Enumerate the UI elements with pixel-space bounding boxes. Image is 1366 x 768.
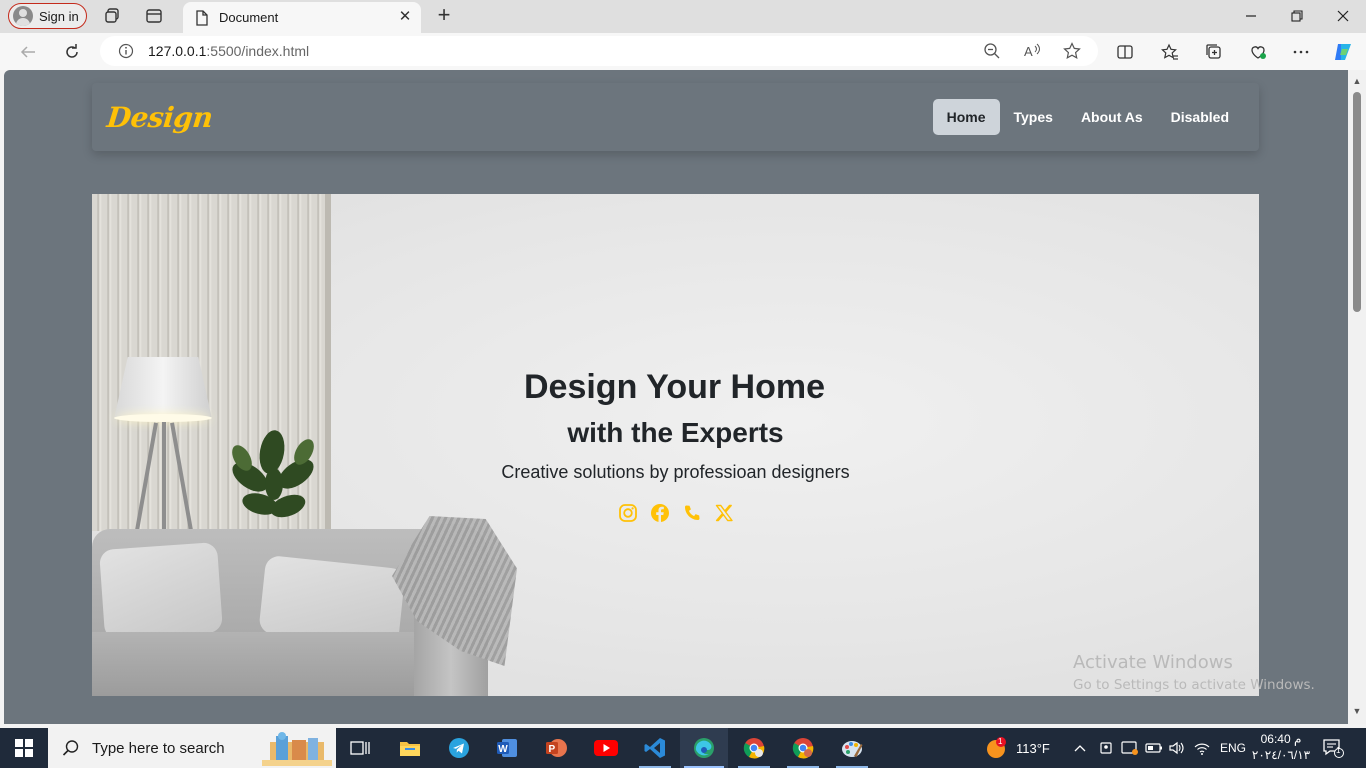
nav-link-disabled[interactable]: Disabled [1157, 99, 1243, 135]
new-tab-plus-icon[interactable]: + [433, 4, 455, 26]
chrome-icon[interactable] [730, 728, 778, 768]
edge-browser-icon[interactable] [680, 728, 728, 768]
clock-date: ٢٠٢٤/٠٦/١٣ [1251, 748, 1311, 762]
scroll-up-arrow-icon[interactable]: ▲ [1351, 76, 1363, 86]
scroll-down-arrow-icon[interactable]: ▼ [1351, 706, 1363, 716]
site-navbar: Design Home Types About As Disabled [92, 83, 1259, 151]
powerpoint-icon[interactable]: P [532, 728, 580, 768]
search-placeholder: Type here to search [92, 739, 225, 757]
zoom-out-icon[interactable] [982, 41, 1002, 61]
watermark-subtitle: Go to Settings to activate Windows. [1073, 677, 1315, 693]
site-info-icon[interactable] [118, 43, 134, 59]
url-path: :5500/index.html [206, 43, 310, 59]
security-update-icon[interactable] [1121, 728, 1139, 768]
vscode-icon[interactable] [631, 728, 679, 768]
hero-section: Design Your Home with the Experts Creati… [92, 194, 1259, 696]
sofa-cushion [99, 541, 223, 641]
nav-link-types[interactable]: Types [1000, 99, 1067, 135]
facebook-icon[interactable] [650, 503, 670, 523]
show-hidden-icons-chevron-icon[interactable] [1073, 728, 1087, 768]
battery-icon[interactable] [1145, 728, 1163, 768]
url-host: 127.0.0.1 [148, 43, 207, 59]
watermark-title: Activate Windows [1073, 652, 1233, 673]
weather-widget[interactable]: 1 113°F [984, 728, 1050, 768]
clock-time: 06:40 م [1260, 732, 1302, 746]
paint-icon[interactable] [828, 728, 876, 768]
tab-document[interactable]: Document ✕ [183, 2, 421, 33]
document-icon [196, 9, 208, 26]
page-scrollbar[interactable]: ▲ ▼ [1348, 70, 1366, 724]
phone-icon[interactable] [682, 503, 702, 523]
hero-title: Design Your Home [523, 368, 826, 406]
favorite-star-icon[interactable] [1062, 41, 1082, 61]
word-icon[interactable]: W [483, 728, 531, 768]
address-bar[interactable]: 127.0.0.1:5500/index.html A [100, 36, 1098, 66]
language-indicator[interactable]: ENG [1220, 728, 1246, 768]
tab-actions-icon[interactable] [144, 6, 164, 26]
profile-label: Sign in [39, 8, 79, 24]
browser-tab-strip: Sign in Document ✕ + [0, 0, 1366, 33]
profile-avatar-icon [13, 6, 33, 26]
notification-count: 1 [1336, 746, 1341, 755]
nav-link-about[interactable]: About As [1067, 99, 1157, 135]
chrome-profile-icon[interactable] [779, 728, 827, 768]
tab-close-icon[interactable]: ✕ [397, 9, 413, 25]
page-viewport: Design Home Types About As Disabled Desi… [4, 70, 1348, 724]
brand-logo[interactable]: Design [105, 101, 214, 134]
notification-center-icon[interactable]: 1 [1322, 738, 1344, 758]
minimize-icon[interactable] [1236, 4, 1266, 28]
x-twitter-icon[interactable] [714, 503, 734, 523]
taskbar-search-input[interactable]: Type here to search [48, 728, 336, 768]
meet-now-icon[interactable] [1099, 728, 1113, 768]
browser-toolbar: 127.0.0.1:5500/index.html A [0, 33, 1366, 70]
svg-text:P: P [549, 744, 556, 755]
back-arrow-icon[interactable] [17, 41, 39, 63]
wifi-icon[interactable] [1194, 728, 1210, 768]
profile-sign-in-button[interactable]: Sign in [8, 3, 87, 29]
split-screen-icon[interactable] [1114, 41, 1136, 63]
search-icon [62, 740, 79, 756]
social-links [92, 503, 1259, 523]
hero-description: Creative solutions by professioan design… [501, 462, 850, 482]
taskbar-clock[interactable]: 06:40 م ٢٠٢٤/٠٦/١٣ [1250, 731, 1312, 763]
windows-taskbar: Type here to search W P 1 113°F ENG 06:4… [0, 728, 1366, 768]
weather-temperature: 113°F [1016, 740, 1050, 756]
search-highlight-icon [262, 732, 332, 766]
tab-title: Document [219, 10, 279, 25]
scroll-thumb[interactable] [1353, 92, 1361, 312]
refresh-icon[interactable] [61, 41, 83, 63]
instagram-icon[interactable] [618, 503, 638, 523]
task-view-icon[interactable] [336, 728, 384, 768]
svg-text:W: W [498, 744, 508, 755]
weather-badge: 1 [998, 737, 1003, 746]
youtube-icon[interactable] [582, 728, 630, 768]
browser-essentials-icon[interactable] [1247, 41, 1269, 63]
weather-sun-icon [987, 737, 1006, 758]
favorites-icon[interactable] [1159, 41, 1181, 63]
activate-windows-watermark: Activate Windows Go to Settings to activ… [1073, 652, 1315, 696]
copilot-icon[interactable] [1332, 41, 1354, 63]
workspaces-icon[interactable] [102, 6, 122, 26]
collections-icon[interactable] [1203, 41, 1225, 63]
hero-text: Design Your Home with the Experts Creati… [92, 364, 1259, 523]
telegram-icon[interactable] [435, 728, 483, 768]
nav-links: Home Types About As Disabled [932, 99, 1243, 135]
svg-text:A: A [1024, 44, 1033, 59]
hero-subtitle: with the Experts [567, 417, 784, 448]
more-options-icon[interactable] [1290, 41, 1312, 63]
file-explorer-icon[interactable] [386, 728, 434, 768]
close-window-icon[interactable] [1328, 4, 1358, 28]
windows-start-icon[interactable] [0, 728, 48, 768]
volume-icon[interactable] [1168, 728, 1186, 768]
nav-link-home[interactable]: Home [932, 99, 1000, 135]
read-aloud-icon[interactable]: A [1022, 41, 1042, 61]
restore-icon[interactable] [1282, 4, 1312, 28]
